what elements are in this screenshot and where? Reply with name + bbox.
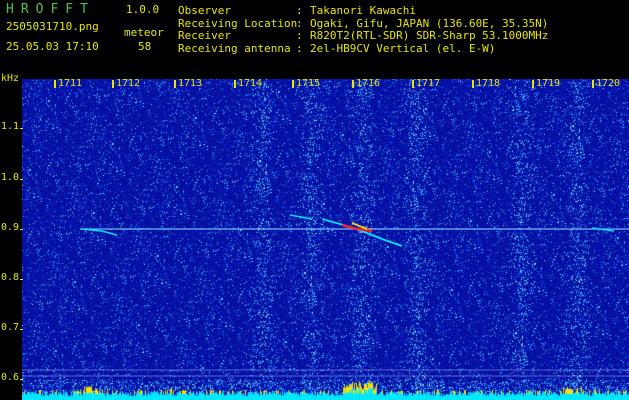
time-tick (234, 80, 236, 88)
meteor-trail (321, 218, 403, 247)
info-value: 2el-HB9CV Vertical (el. E-W) (310, 41, 496, 55)
time-label: 1713 (178, 78, 203, 89)
time-tick (292, 80, 294, 88)
time-label: 1714 (238, 78, 263, 89)
meteor-count: 58 (138, 40, 152, 53)
filename: 2505031710.png (6, 20, 99, 33)
time-tick (112, 80, 114, 88)
frequency-label: 0.7 (1, 322, 20, 333)
time-tick (352, 80, 354, 88)
info-key: Observer (178, 4, 231, 17)
info-separator: : (296, 41, 303, 55)
info-value: Takanori Kawachi (310, 4, 416, 17)
info-value: R820T2(RTL-SDR) SDR-Sharp 53.1000MHz (310, 29, 549, 42)
info-separator: : (296, 4, 303, 17)
meteor-trail (81, 228, 118, 236)
frequency-label: 1.0 (1, 172, 20, 183)
frequency-tick (20, 329, 23, 330)
spectrogram (22, 79, 629, 400)
meteor-head-echo (341, 223, 373, 233)
time-label: 1716 (356, 78, 381, 89)
header: HROFFT 1.0.0 2505031710.png meteor 25.05… (0, 0, 629, 74)
time-tick (472, 80, 474, 88)
info-row-receiver: Receiver : R820T2(RTL-SDR) SDR-Sharp 53.… (178, 29, 549, 43)
time-tick (174, 80, 176, 88)
time-label: 1719 (536, 78, 561, 89)
app-version: 1.0.0 (126, 3, 160, 16)
info-key: Receiving antenna (178, 41, 291, 55)
frequency-tick (20, 379, 23, 380)
time-label: 1720 (596, 78, 621, 89)
info-separator: : (296, 29, 303, 42)
frequency-tick (20, 229, 23, 230)
time-label: 1718 (476, 78, 501, 89)
y-axis-unit: kHz (1, 73, 20, 84)
time-label: 1712 (116, 78, 141, 89)
station-info: Observer : Takanori Kawachi Receiving Lo… (178, 4, 549, 56)
observation-datetime: 25.05.03 17:10 (6, 40, 99, 53)
info-row-antenna: Receiving antenna : 2el-HB9CV Vertical (… (178, 41, 548, 56)
frequency-label: 0.9 (1, 222, 20, 233)
frequency-tick (20, 128, 23, 129)
time-tick (54, 80, 56, 88)
time-tick (412, 80, 414, 88)
info-row-observer: Observer : Takanori Kawachi (178, 4, 548, 18)
frequency-tick (20, 279, 23, 280)
time-label: 1717 (416, 78, 441, 89)
time-label: 1715 (296, 78, 321, 89)
time-tick (592, 80, 594, 88)
meteor-trail (289, 214, 313, 220)
frequency-label: 0.8 (1, 272, 20, 283)
info-key: Receiver (178, 29, 231, 42)
time-tick (532, 80, 534, 88)
detection-mode: meteor (124, 26, 164, 39)
time-label: 1711 (58, 78, 83, 89)
spectrogram-overlay (22, 214, 629, 377)
app-title: HROFFT (6, 2, 95, 17)
frequency-label: 0.6 (1, 372, 20, 383)
frequency-label: 1.1 (1, 121, 20, 132)
frequency-tick (20, 179, 23, 180)
